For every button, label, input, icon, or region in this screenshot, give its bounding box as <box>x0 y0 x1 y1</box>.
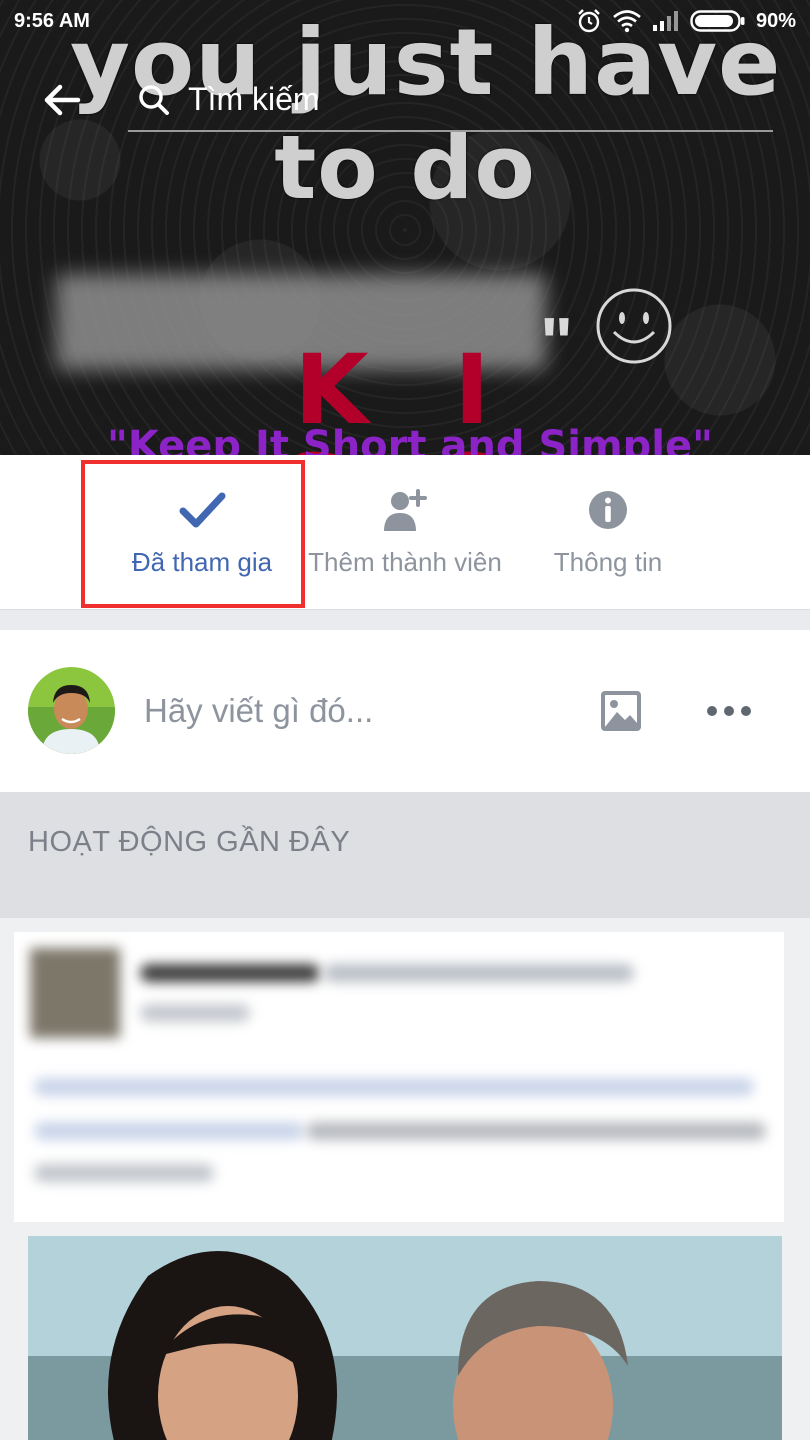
photo-icon[interactable] <box>598 688 644 734</box>
add-member-button[interactable]: Thêm thành viên <box>300 455 510 610</box>
info-button[interactable]: Thông tin <box>530 455 686 610</box>
post-image[interactable] <box>28 1236 782 1440</box>
search-underline <box>128 130 773 132</box>
blurred-line <box>324 964 634 982</box>
signal-icon <box>652 11 678 31</box>
blurred-line <box>34 1078 754 1096</box>
status-bar: 9:56 AM 90% <box>0 0 810 42</box>
status-icons: 90% <box>576 8 796 34</box>
info-label: Thông tin <box>553 547 663 577</box>
group-action-bar: Đã tham gia Thêm thành viên Thông tin <box>0 455 810 610</box>
smiley-icon <box>596 288 672 364</box>
battery-percent: 90% <box>755 9 796 32</box>
joined-label: Đã tham gia <box>131 547 273 577</box>
status-time: 9:56 AM <box>14 10 90 32</box>
more-icon[interactable] <box>703 696 755 726</box>
avatar[interactable] <box>28 667 115 754</box>
add-member-icon <box>384 489 427 531</box>
recent-activity-header: HOẠT ĐỘNG GẦN ĐÂY <box>0 792 810 918</box>
blurred-line <box>140 1004 250 1022</box>
back-arrow-icon[interactable] <box>40 78 84 122</box>
blurred-post[interactable] <box>14 932 784 1222</box>
group-page: you just have to do " K I S S "Keep It S… <box>0 0 810 1440</box>
cover-text-tagline: "Keep It Short and Simple" <box>107 423 713 455</box>
alarm-icon <box>578 9 600 33</box>
post-composer: Hãy viết gì đó... <box>0 630 810 792</box>
blurred-line <box>140 964 320 982</box>
blurred-line <box>34 1122 304 1140</box>
composer-placeholder[interactable]: Hãy viết gì đó... <box>144 692 373 730</box>
feed <box>0 918 810 1440</box>
blurred-line <box>306 1122 766 1140</box>
add-member-label: Thêm thành viên <box>308 547 502 577</box>
post-avatar <box>30 948 120 1038</box>
blurred-line <box>34 1164 214 1182</box>
cover-text-line2: to do <box>274 116 536 219</box>
search-input[interactable] <box>188 76 748 122</box>
wifi-icon <box>613 10 641 33</box>
joined-button[interactable]: Đã tham gia <box>96 455 308 610</box>
check-icon <box>179 492 226 528</box>
battery-icon <box>690 10 745 32</box>
info-icon <box>589 491 627 529</box>
section-title: HOẠT ĐỘNG GẦN ĐÂY <box>28 826 351 858</box>
search-icon <box>139 85 169 115</box>
separator <box>0 610 810 630</box>
cover-photo[interactable]: you just have to do " K I S S "Keep It S… <box>0 0 810 455</box>
